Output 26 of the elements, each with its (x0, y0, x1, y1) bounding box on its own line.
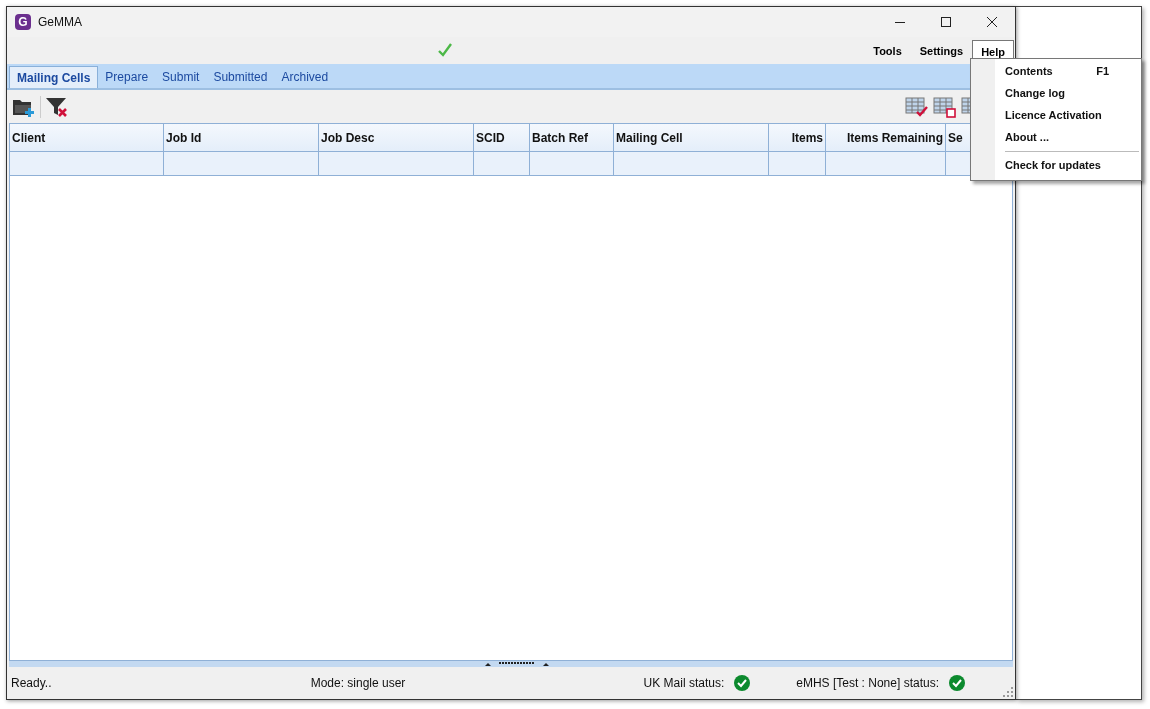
menu-item[interactable]: Change log (971, 83, 1141, 105)
tab[interactable]: Prepare (98, 66, 156, 88)
menu-item[interactable]: Licence Activation (971, 105, 1141, 127)
column-header[interactable]: Job Desc (319, 124, 474, 152)
column-header[interactable]: Job Id (164, 124, 319, 152)
menu-item[interactable]: Settings (910, 40, 973, 64)
column-header[interactable]: Batch Ref (530, 124, 614, 152)
service-status-label: eMHS [Test : None] status: (796, 676, 939, 690)
tab[interactable]: Submitted (206, 66, 275, 88)
service-status-label: UK Mail status: (643, 676, 725, 690)
column-header[interactable]: Items (769, 124, 826, 152)
tab[interactable]: Submit (155, 66, 207, 88)
column-header[interactable]: SCID (474, 124, 530, 152)
status-message: Ready.. (11, 676, 53, 690)
column-header[interactable]: Mailing Cell (614, 124, 769, 152)
window-title: GeMMA (38, 15, 82, 29)
column-header[interactable]: Items Remaining (826, 124, 946, 152)
mode-label: Mode: single user (310, 676, 407, 690)
menu-item[interactable]: Tools (864, 40, 911, 64)
menu-item[interactable]: About ... (971, 127, 1141, 149)
menu-item[interactable]: Contents F1 (971, 61, 1141, 83)
tab[interactable]: Mailing Cells (9, 66, 99, 88)
column-header[interactable]: Client (10, 124, 164, 152)
app-icon: G (15, 14, 31, 30)
tab[interactable]: Archived (274, 66, 336, 88)
menu-item[interactable]: Check for updates (971, 155, 1141, 177)
